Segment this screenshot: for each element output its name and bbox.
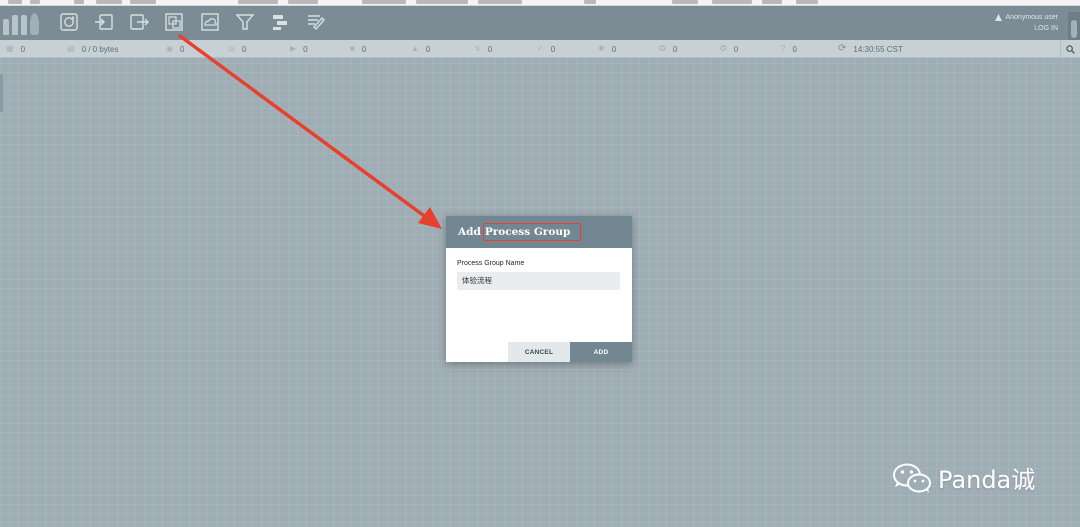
status-transmitting: ◉ 0: [166, 44, 185, 54]
search-button[interactable]: [1060, 40, 1080, 58]
remote-process-group-tool-icon[interactable]: [199, 11, 221, 33]
app-header: Anonymous user LOG IN: [0, 6, 1080, 46]
dialog-title-prefix: Add: [458, 226, 481, 238]
bookmark-item[interactable]: [478, 0, 522, 4]
process-group-name-input[interactable]: [457, 271, 620, 290]
bookmark-item[interactable]: [796, 0, 818, 4]
status-sync-failure: ? 0: [781, 44, 797, 54]
bookmark-item[interactable]: [712, 0, 752, 4]
status-bar: ▦ 0 ▤ 0 / 0 bytes ◉ 0 ◎ 0 ▶ 0 ■ 0 ▲ 0 ↯ 0 ✓ 0 ✱ 0 …: [0, 40, 1080, 58]
current-user-label: Anonymous user: [1005, 14, 1058, 21]
bookmark-item[interactable]: [288, 0, 318, 4]
watermark-text: Panda诚: [938, 466, 1036, 494]
status-invalid: ▲ 0: [411, 44, 431, 54]
bookmark-item[interactable]: [8, 0, 22, 4]
bookmark-item[interactable]: [74, 0, 84, 4]
status-stale: ✪ 0: [659, 44, 678, 54]
status-running: ▶ 0: [290, 44, 308, 54]
status-up-to-date: ✓ 0: [537, 44, 556, 54]
processor-tool-icon[interactable]: [58, 11, 80, 33]
status-refresh: ⟳ 14:30:55 CST: [838, 40, 903, 58]
bookmark-item[interactable]: [362, 0, 406, 4]
navigation-panel-handle[interactable]: [0, 74, 3, 112]
bookmark-item[interactable]: [96, 0, 122, 4]
nifi-logo: [3, 11, 43, 35]
refresh-time: 14:30:55 CST: [853, 44, 903, 54]
status-cluster: ▦ 0: [6, 44, 26, 54]
locally-modified-stale-icon: ✪: [720, 44, 727, 53]
running-icon: ▶: [290, 44, 297, 53]
search-icon: [1066, 44, 1075, 54]
sync-failure-icon: ?: [781, 44, 786, 53]
add-button[interactable]: ADD: [570, 342, 632, 362]
login-link[interactable]: LOG IN: [995, 23, 1058, 34]
status-disabled: ↯ 0: [474, 44, 493, 54]
invalid-icon: ▲: [411, 44, 419, 53]
transmitting-icon: ◉: [166, 44, 173, 53]
watermark: Panda诚: [892, 460, 1035, 495]
status-queued: ▤ 0 / 0 bytes: [67, 44, 119, 54]
funnel-tool-icon[interactable]: [234, 11, 256, 33]
dialog-body: Process Group Name: [446, 248, 632, 290]
output-port-tool-icon[interactable]: [128, 11, 150, 33]
stopped-icon: ■: [350, 44, 355, 53]
input-port-tool-icon[interactable]: [93, 11, 115, 33]
up-to-date-icon: ✓: [537, 44, 544, 53]
status-locally-modified: ✱ 0: [598, 44, 617, 54]
bookmark-item[interactable]: [30, 0, 40, 4]
template-tool-icon[interactable]: [269, 11, 291, 33]
status-not-transmitting: ◎ 0: [228, 44, 247, 54]
cancel-button[interactable]: CANCEL: [508, 342, 570, 362]
status-locally-modified-stale: ✪ 0: [720, 44, 739, 54]
queued-icon: ▤: [67, 44, 75, 53]
refresh-icon[interactable]: ⟳: [838, 44, 846, 54]
not-transmitting-icon: ◎: [228, 44, 235, 53]
label-tool-icon[interactable]: [305, 11, 327, 33]
stale-icon: ✪: [659, 44, 666, 53]
dialog-footer: CANCEL ADD: [446, 342, 632, 362]
bookmark-item[interactable]: [762, 0, 782, 4]
cluster-icon: ▦: [6, 44, 14, 53]
user-area: Anonymous user LOG IN: [995, 12, 1058, 34]
bookmark-item[interactable]: [672, 0, 698, 4]
process-group-tool-icon[interactable]: [163, 11, 185, 33]
warning-icon: [995, 14, 1003, 21]
bookmark-item[interactable]: [238, 0, 278, 4]
disabled-icon: ↯: [474, 44, 481, 53]
status-stopped: ■ 0: [350, 44, 367, 54]
add-process-group-dialog: Add Process Group Process Group Name CAN…: [446, 216, 632, 362]
locally-modified-icon: ✱: [598, 44, 605, 53]
wechat-icon: [893, 463, 931, 493]
dialog-title-highlight: Process Group: [482, 223, 582, 241]
dialog-title: Add Process Group: [458, 223, 582, 241]
process-group-name-label: Process Group Name: [457, 260, 525, 267]
bookmark-item[interactable]: [584, 0, 596, 4]
dialog-header: Add Process Group: [446, 216, 632, 248]
bookmark-item[interactable]: [130, 0, 156, 4]
bookmark-item[interactable]: [416, 0, 468, 4]
